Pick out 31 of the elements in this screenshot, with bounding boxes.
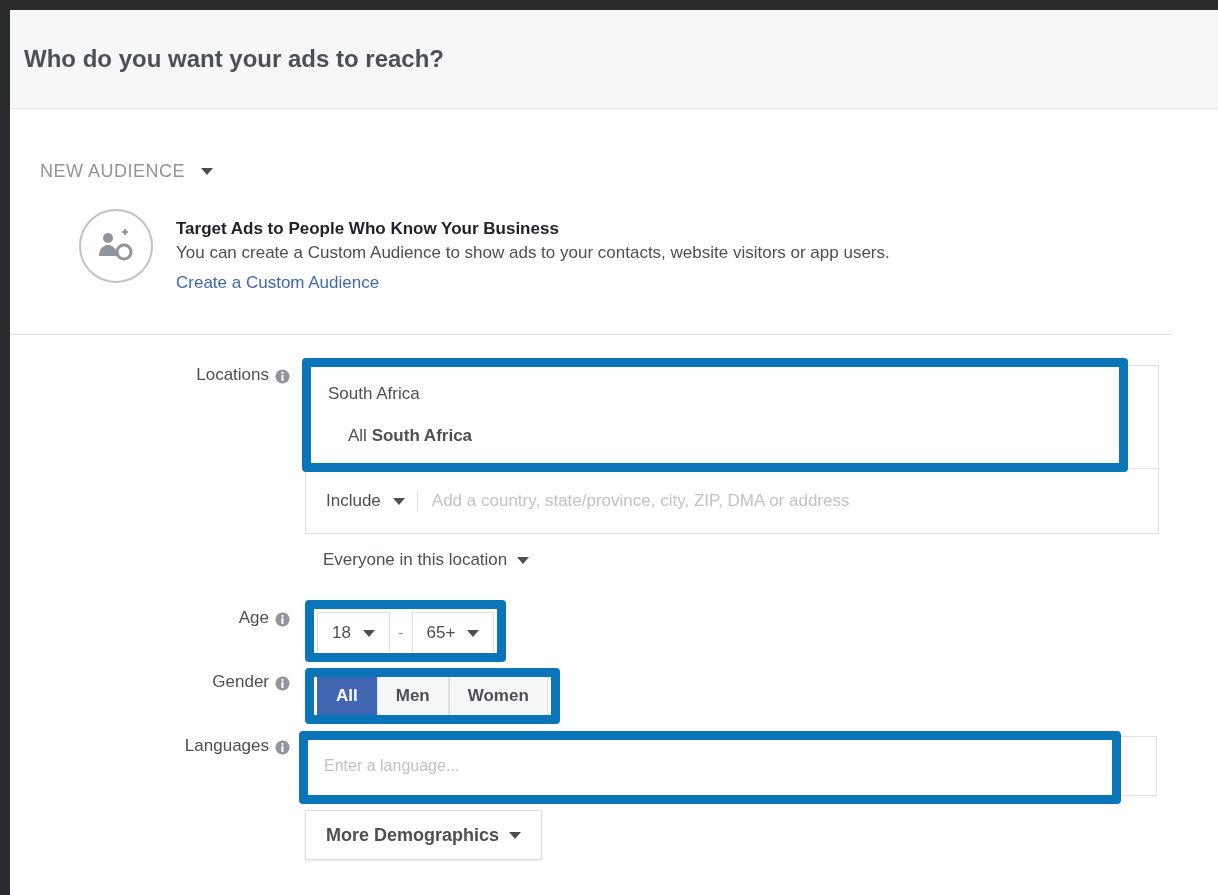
gender-option[interactable]: Men <box>376 676 449 716</box>
gender-label: Gender <box>212 672 269 692</box>
gender-option[interactable]: All <box>317 676 377 716</box>
more-demographics-button[interactable]: More Demographics <box>305 810 543 860</box>
info-icon[interactable] <box>275 676 290 691</box>
caret-icon <box>467 629 480 637</box>
age-max-dropdown[interactable]: 65+ <box>411 612 495 654</box>
page-title: Who do you want your ads to reach? <box>24 45 445 73</box>
tip-text: You can create a Custom Audience to show ads to your contacts, website visitors or app users. Create a Custom Audience <box>176 242 891 294</box>
caret-icon <box>362 629 375 637</box>
people-icon <box>78 208 154 284</box>
location-entry: All South Africa <box>348 426 474 446</box>
caret-icon <box>392 497 405 505</box>
caret-icon <box>509 831 522 839</box>
location-scope-dropdown[interactable]: Everyone in this location <box>305 550 530 570</box>
gender-option[interactable]: Women <box>448 676 548 716</box>
create-audience-link[interactable]: Create a Custom Audience <box>176 273 380 292</box>
caret-icon <box>517 556 530 564</box>
caret-icon <box>201 168 214 175</box>
info-icon[interactable] <box>275 369 290 384</box>
range-separator: - <box>397 623 404 643</box>
location-search-field[interactable]: Add a country, state/province, city, ZIP, DMA or address <box>429 490 1158 512</box>
info-icon[interactable] <box>275 740 290 755</box>
tip-title: Target Ads to People Who Know Your Business <box>176 218 560 240</box>
selected-country: South Africa <box>328 384 421 404</box>
languages-label: Languages <box>184 736 269 756</box>
locations-label: Locations <box>196 365 269 385</box>
age-min-dropdown[interactable]: 18 <box>317 612 390 654</box>
age-label: Age <box>238 608 269 628</box>
info-icon[interactable] <box>275 612 290 627</box>
include-dropdown[interactable]: Include <box>326 491 418 511</box>
